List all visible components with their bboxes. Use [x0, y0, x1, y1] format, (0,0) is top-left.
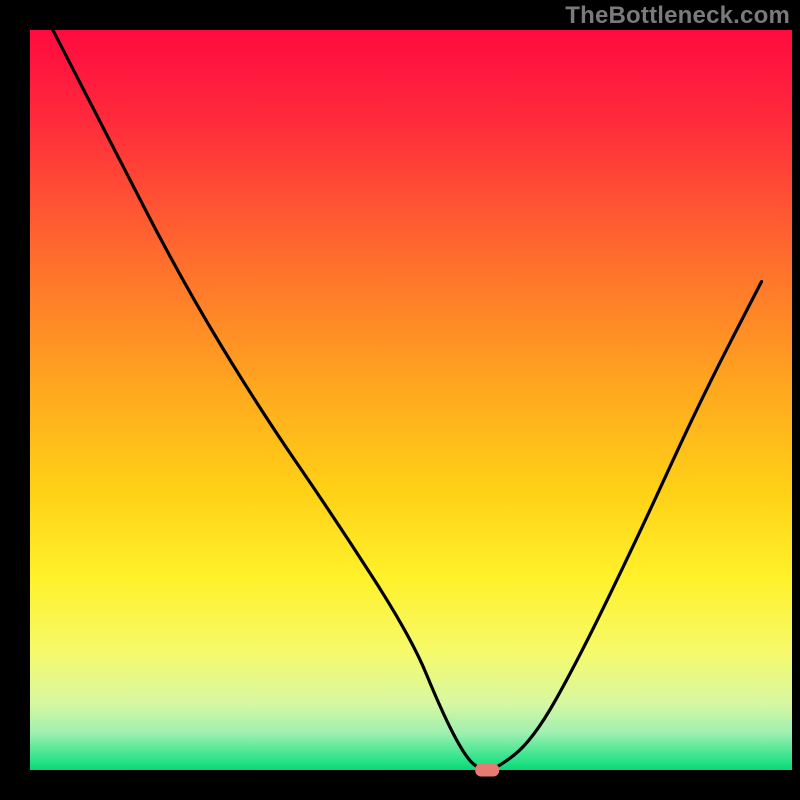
chart-frame: TheBottleneck.com — [0, 0, 800, 800]
watermark-text: TheBottleneck.com — [565, 2, 790, 30]
optimal-marker — [475, 764, 499, 777]
bottleneck-chart — [0, 0, 800, 800]
plot-background — [30, 30, 792, 770]
